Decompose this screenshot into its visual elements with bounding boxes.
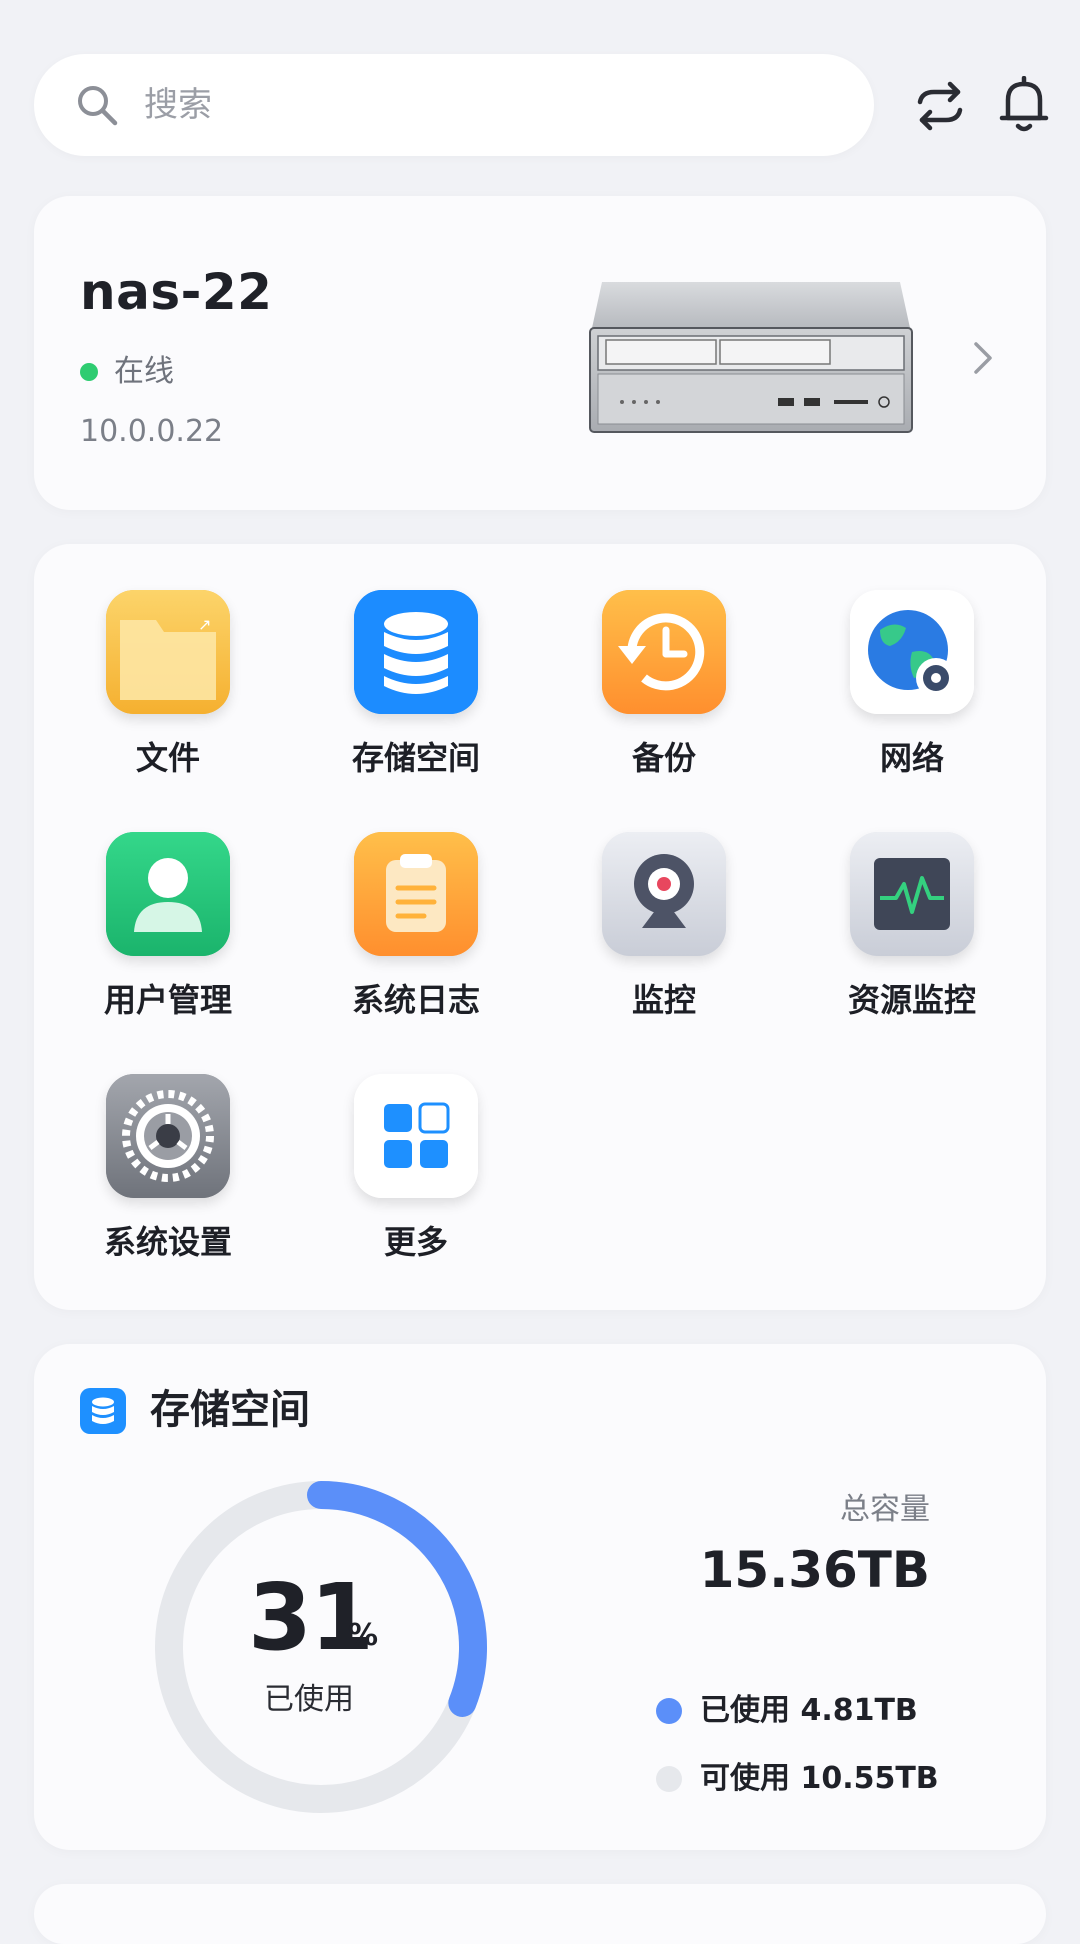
app-label: 网络 bbox=[879, 739, 944, 777]
storage-card[interactable]: 存储空间 31 % 已使用 总容量 15.36TB 已使用 4.81TB 可使用… bbox=[34, 1344, 1046, 1850]
app-label: 文件 bbox=[135, 739, 200, 777]
search-bar[interactable]: 搜索 bbox=[34, 54, 874, 156]
app-label: 监控 bbox=[631, 981, 696, 1019]
total-capacity-label: 总容量 bbox=[840, 1492, 930, 1527]
device-card[interactable]: nas-22 在线 10.0.0.22 bbox=[34, 196, 1046, 510]
app-label: 系统日志 bbox=[351, 981, 480, 1019]
app-label: 存储空间 bbox=[351, 739, 480, 777]
app-system-settings[interactable]: 系统设置 bbox=[44, 1074, 292, 1274]
total-capacity-value: 15.36TB bbox=[699, 1541, 930, 1599]
app-system-log[interactable]: 系统日志 bbox=[292, 832, 540, 1032]
app-files[interactable]: ↗ 文件 bbox=[44, 590, 292, 790]
search-icon bbox=[78, 86, 118, 126]
percent-symbol: % bbox=[348, 1618, 379, 1653]
app-label: 备份 bbox=[631, 739, 696, 777]
chevron-right-icon[interactable] bbox=[970, 338, 998, 378]
app-user-management[interactable]: 用户管理 bbox=[44, 832, 292, 1032]
app-network[interactable]: 网络 bbox=[788, 590, 1036, 790]
grid-icon bbox=[354, 1074, 478, 1198]
globe-gear-icon bbox=[850, 590, 974, 714]
backup-clock-icon bbox=[602, 590, 726, 714]
svg-text:↗: ↗ bbox=[198, 615, 211, 634]
folder-icon: ↗ bbox=[106, 590, 230, 714]
app-resource-monitor[interactable]: 资源监控 bbox=[788, 832, 1036, 1032]
device-status: 在线 bbox=[114, 354, 174, 389]
legend-used-dot bbox=[656, 1698, 682, 1724]
sync-icon[interactable] bbox=[912, 78, 968, 134]
app-label: 用户管理 bbox=[103, 981, 232, 1019]
app-monitor[interactable]: 监控 bbox=[540, 832, 788, 1032]
app-label: 系统设置 bbox=[103, 1223, 232, 1261]
bell-icon[interactable] bbox=[998, 76, 1050, 134]
nas-device-image bbox=[589, 282, 913, 433]
app-backup[interactable]: 备份 bbox=[540, 590, 788, 790]
legend-free: 可使用 10.55TB bbox=[700, 1761, 939, 1796]
device-ip: 10.0.0.22 bbox=[80, 414, 224, 449]
next-card bbox=[34, 1884, 1046, 1944]
database-icon bbox=[354, 590, 478, 714]
app-label: 资源监控 bbox=[847, 981, 976, 1019]
storage-title: 存储空间 bbox=[150, 1387, 310, 1433]
user-icon bbox=[106, 832, 230, 956]
app-label: 更多 bbox=[383, 1223, 448, 1261]
camera-icon bbox=[602, 832, 726, 956]
legend-used: 已使用 4.81TB bbox=[700, 1693, 918, 1728]
legend-free-dot bbox=[656, 1766, 682, 1792]
app-storage[interactable]: 存储空间 bbox=[292, 590, 540, 790]
apps-card: ↗ 文件 存储空间 备份 网络 用户管理 系统日志 监控 资源监控 系统设置 更… bbox=[34, 544, 1046, 1310]
activity-monitor-icon bbox=[850, 832, 974, 956]
clipboard-icon bbox=[354, 832, 478, 956]
used-caption: 已使用 bbox=[264, 1682, 354, 1717]
device-name: nas-22 bbox=[80, 263, 273, 321]
database-icon bbox=[80, 1388, 126, 1434]
app-more[interactable]: 更多 bbox=[292, 1074, 540, 1274]
online-status-dot bbox=[80, 363, 98, 381]
search-placeholder: 搜索 bbox=[144, 85, 212, 125]
gear-icon bbox=[106, 1074, 230, 1198]
